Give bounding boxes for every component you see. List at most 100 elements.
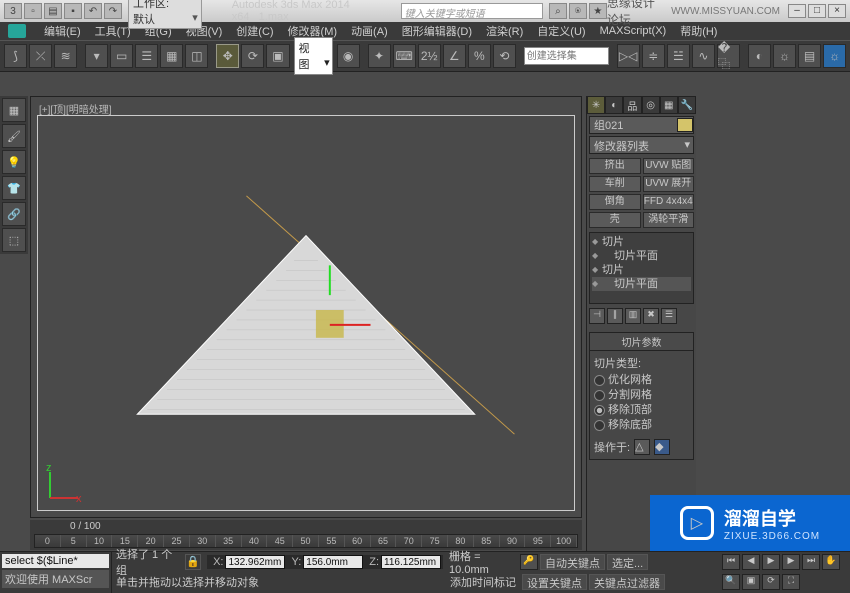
modifier-button[interactable]: 挤出 [589, 158, 641, 174]
selected-button[interactable]: 选定... [607, 554, 648, 570]
signin-icon[interactable]: ⍟ [569, 3, 587, 19]
zoom-extents-icon[interactable]: ▣ [742, 574, 760, 590]
shirt-icon[interactable]: 👕 [2, 176, 26, 200]
viewport-label[interactable]: [+][顶][明暗处理] [39, 101, 112, 116]
modifier-button[interactable]: 车削 [589, 176, 641, 192]
stack-item[interactable]: 切片平面 [592, 277, 691, 291]
menu-grapheditors[interactable]: 图形编辑器(D) [402, 23, 472, 39]
maxscript-listener[interactable]: 欢迎使用 MAXScr [2, 570, 109, 588]
select-object-icon[interactable]: ▭ [110, 44, 133, 68]
select-filter-icon[interactable]: ▾ [85, 44, 108, 68]
time-tick[interactable]: 80 [448, 535, 474, 547]
time-tick[interactable]: 10 [87, 535, 113, 547]
render-icon[interactable]: ☼ [823, 44, 846, 68]
scale-icon[interactable]: ▣ [266, 44, 289, 68]
material-editor-icon[interactable]: ◐ [748, 44, 771, 68]
select-name-icon[interactable]: ☰ [135, 44, 158, 68]
workspace-dropdown[interactable]: 工作区: 默认 [128, 0, 202, 29]
app-logo-icon[interactable] [8, 24, 26, 38]
time-tick[interactable]: 5 [61, 535, 87, 547]
time-tick[interactable]: 85 [474, 535, 500, 547]
z-input[interactable] [381, 555, 441, 569]
percent-snap-icon[interactable]: % [468, 44, 491, 68]
layers-icon[interactable]: ☱ [667, 44, 690, 68]
keyboard-icon[interactable]: ⌨ [393, 44, 416, 68]
time-tick[interactable]: 30 [190, 535, 216, 547]
save-icon[interactable]: ▪ [64, 3, 82, 19]
time-tick[interactable]: 55 [319, 535, 345, 547]
selection-set-input[interactable] [524, 47, 609, 65]
align-icon[interactable]: ≑ [642, 44, 665, 68]
move-icon[interactable]: ✥ [216, 44, 239, 68]
rollout-title[interactable]: 切片参数 [589, 332, 694, 351]
pyramid-geometry[interactable] [137, 236, 474, 415]
select-link-icon[interactable]: ⟆ [4, 44, 27, 68]
pin-stack-icon[interactable]: ⊣ [589, 308, 605, 324]
refcoord-dropdown[interactable]: 视图 [294, 37, 333, 75]
pan-icon[interactable]: ✋ [822, 554, 840, 570]
unlink-icon[interactable]: ⤫ [29, 44, 52, 68]
tab-utilities[interactable]: 🔧 [678, 96, 696, 114]
rotate-icon[interactable]: ⟳ [241, 44, 264, 68]
undo-icon[interactable]: ↶ [84, 3, 102, 19]
time-tick[interactable]: 75 [422, 535, 448, 547]
window-crossing-icon[interactable]: ◫ [185, 44, 208, 68]
slice-radio[interactable]: 移除底部 [594, 418, 689, 433]
autokey-button[interactable]: 自动关键点 [540, 554, 605, 570]
next-frame-icon[interactable]: ▶ [782, 554, 800, 570]
slice-radio[interactable]: 移除顶部 [594, 403, 689, 418]
goto-end-icon[interactable]: ⏭ [802, 554, 820, 570]
time-tick[interactable]: 100 [551, 535, 577, 547]
prev-frame-icon[interactable]: ◀ [742, 554, 760, 570]
modifier-button[interactable]: UVW 贴图 [643, 158, 695, 174]
light-icon[interactable]: 💡 [2, 150, 26, 174]
close-button[interactable]: × [828, 4, 846, 18]
viewport-canvas[interactable]: z x [37, 115, 575, 511]
menu-animation[interactable]: 动画(A) [351, 23, 388, 39]
keyfilter-button[interactable]: 关键点过滤器 [589, 574, 665, 590]
modifier-button[interactable]: UVW 展开 [643, 176, 695, 192]
maxscript-input[interactable]: select $($Line* [2, 554, 109, 568]
tab-create[interactable]: ✳ [587, 96, 605, 114]
open-icon[interactable]: ▤ [44, 3, 62, 19]
manipulate-icon[interactable]: ✦ [368, 44, 391, 68]
stack-item[interactable]: 切片平面 [592, 249, 691, 263]
time-tick[interactable]: 50 [293, 535, 319, 547]
unique-icon[interactable]: ▥ [625, 308, 641, 324]
viewport[interactable]: [+][顶][明暗处理] z x [30, 96, 582, 518]
maximize-viewport-icon[interactable]: ⛶ [782, 574, 800, 590]
menu-maxscript[interactable]: MAXScript(X) [600, 25, 667, 37]
modifier-button[interactable]: 壳 [589, 212, 641, 228]
container-icon[interactable]: ⬚ [2, 228, 26, 252]
menu-customize[interactable]: 自定义(U) [537, 23, 585, 39]
menu-edit[interactable]: 编辑(E) [44, 23, 81, 39]
time-tick[interactable]: 0 [35, 535, 61, 547]
stack-item[interactable]: 切片 [592, 263, 691, 277]
curve-editor-icon[interactable]: ∿ [692, 44, 715, 68]
tab-display[interactable]: ▦ [660, 96, 678, 114]
menu-help[interactable]: 帮助(H) [680, 23, 717, 39]
tab-hierarchy[interactable]: 品 [623, 96, 641, 114]
pivot-icon[interactable]: ◉ [337, 44, 360, 68]
goto-start-icon[interactable]: ⏮ [722, 554, 740, 570]
graphite-icon[interactable]: ▦ [2, 98, 26, 122]
time-tick[interactable]: 90 [500, 535, 526, 547]
favorites-icon[interactable]: ★ [589, 3, 607, 19]
show-end-icon[interactable]: ∥ [607, 308, 623, 324]
maximize-button[interactable]: □ [808, 4, 826, 18]
modifier-button[interactable]: 倒角 [589, 194, 641, 210]
infocenter-icon[interactable]: ⌕ [549, 3, 567, 19]
mirror-icon[interactable]: ▷◁ [617, 44, 640, 68]
link-tool-icon[interactable]: 🔗 [2, 202, 26, 226]
modifier-button[interactable]: FFD 4x4x4 [643, 194, 695, 210]
time-tick[interactable]: 45 [267, 535, 293, 547]
new-icon[interactable]: ▫ [24, 3, 42, 19]
menu-tools[interactable]: 工具(T) [95, 23, 131, 39]
timeline[interactable]: 0 / 100 05101520253035404550556065707580… [30, 520, 582, 550]
y-input[interactable] [303, 555, 363, 569]
play-icon[interactable]: ▶ [762, 554, 780, 570]
bind-space-icon[interactable]: ≋ [54, 44, 77, 68]
app-menu-icon[interactable]: 3 [4, 3, 22, 19]
tab-motion[interactable]: ◎ [642, 96, 660, 114]
schematic-icon[interactable]: �⿻ [717, 44, 740, 68]
